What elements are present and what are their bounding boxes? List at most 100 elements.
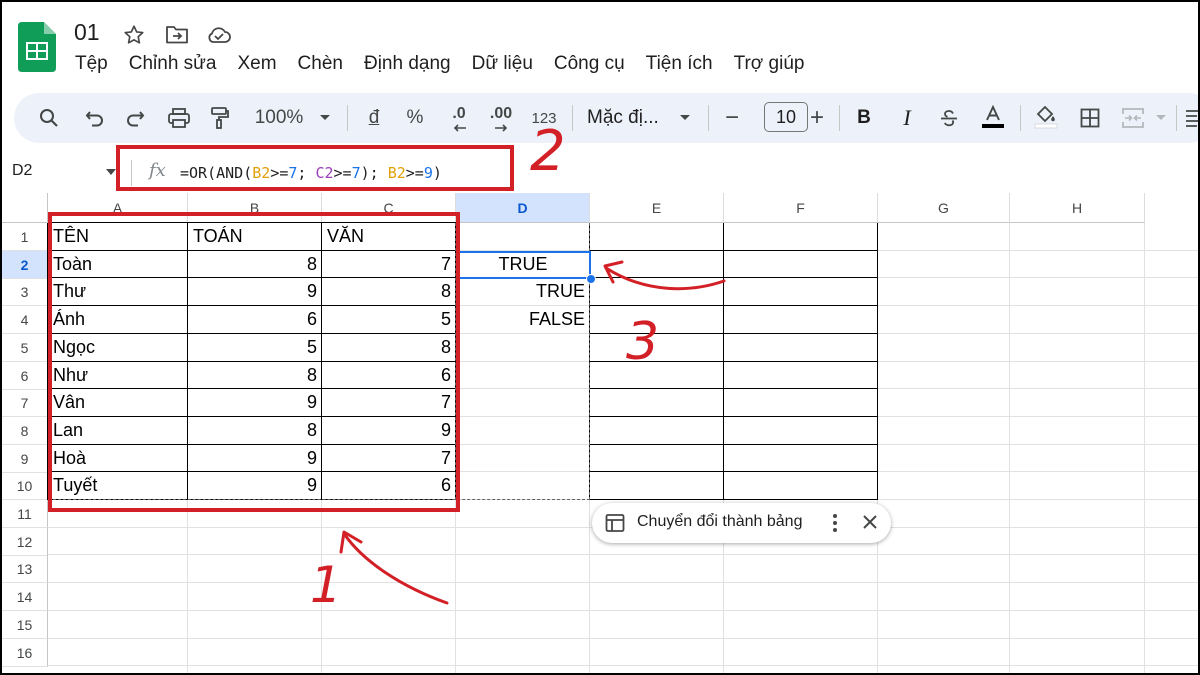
row-header-8[interactable]: 8 — [2, 417, 48, 445]
font-family-select[interactable]: Mặc đị... — [587, 93, 667, 143]
star-icon[interactable] — [123, 24, 145, 46]
convert-to-table-label: Chuyển đổi thành bảng — [637, 513, 803, 530]
name-box[interactable]: D2 — [12, 162, 32, 180]
redo-icon[interactable] — [122, 93, 148, 143]
menu-bar: Tệp Chỉnh sửa Xem Chèn Định dạng Dữ liệu… — [64, 51, 814, 79]
menu-file[interactable]: Tệp — [64, 51, 118, 79]
row-header-9[interactable]: 9 — [2, 445, 48, 473]
cloud-saved-icon[interactable] — [206, 24, 231, 46]
increase-decimal-button[interactable]: .00 — [484, 93, 518, 143]
menu-format[interactable]: Định dạng — [353, 51, 461, 79]
gridline — [48, 554, 1198, 555]
row-header-11[interactable]: 11 — [2, 500, 48, 528]
gridline — [48, 582, 1198, 583]
cell-d3[interactable]: TRUE — [456, 278, 590, 305]
table-border — [590, 471, 878, 472]
font-dropdown-icon[interactable] — [677, 93, 693, 143]
decrease-font-size-button[interactable]: − — [721, 93, 743, 143]
gridline — [1144, 223, 1145, 673]
arrow-right-icon — [495, 124, 508, 132]
toolbar-divider — [347, 105, 348, 131]
selected-cell-outline — [456, 251, 591, 279]
annotation-arrowhead-3 — [603, 260, 624, 284]
annotation-arrow-3 — [604, 266, 726, 291]
row-header-14[interactable]: 14 — [2, 583, 48, 611]
column-header-g[interactable]: G — [878, 193, 1010, 223]
row-header-12[interactable]: 12 — [2, 528, 48, 556]
gridline — [48, 610, 1198, 611]
row-header-5[interactable]: 5 — [2, 334, 48, 362]
table-border — [590, 416, 878, 417]
table-border — [590, 277, 878, 278]
row-header-6[interactable]: 6 — [2, 362, 48, 390]
table-border — [590, 361, 878, 362]
select-all-corner[interactable] — [2, 193, 48, 223]
annotation-arrow-1 — [343, 533, 449, 605]
annotation-box-formula — [116, 145, 514, 191]
zoom-dropdown-icon[interactable] — [317, 93, 333, 143]
fill-handle[interactable] — [586, 274, 596, 284]
annotation-box-data — [48, 212, 460, 512]
column-header-f[interactable]: F — [724, 193, 878, 223]
number-format-button[interactable]: 123 — [527, 93, 561, 143]
annotation-label-1: 1 — [310, 556, 342, 614]
menu-edit[interactable]: Chỉnh sửa — [118, 51, 227, 79]
move-folder-icon[interactable] — [165, 24, 188, 46]
convert-to-table-chip[interactable]: Chuyển đổi thành bảng — [592, 503, 891, 543]
menu-tools[interactable]: Công cụ — [543, 51, 635, 79]
merge-dropdown-icon[interactable] — [1153, 93, 1169, 143]
toolbar-divider — [708, 105, 709, 131]
annotation-arrowhead-1 — [339, 530, 363, 554]
row-header-7[interactable]: 7 — [2, 389, 48, 417]
name-box-dropdown-icon[interactable] — [106, 169, 116, 175]
menu-extensions[interactable]: Tiện ích — [635, 51, 723, 79]
decrease-decimal-button[interactable]: .0 — [443, 93, 475, 143]
gridline — [48, 638, 1198, 639]
fill-color-icon[interactable] — [1032, 93, 1060, 143]
paint-format-icon[interactable] — [206, 93, 234, 143]
column-header-e[interactable]: E — [590, 193, 724, 223]
menu-insert[interactable]: Chèn — [287, 51, 353, 79]
table-border — [590, 250, 878, 251]
currency-format-button[interactable]: đ — [363, 93, 385, 143]
font-size-input[interactable]: 10 — [764, 102, 808, 132]
row-header-1[interactable]: 1 — [2, 223, 48, 251]
text-color-icon[interactable] — [979, 93, 1007, 143]
menu-view[interactable]: Xem — [226, 51, 286, 79]
zoom-select[interactable]: 100% — [250, 93, 308, 143]
row-header-3[interactable]: 3 — [2, 278, 48, 306]
toolbar-divider — [572, 105, 573, 131]
row-header-13[interactable]: 13 — [2, 555, 48, 583]
increase-font-size-button[interactable]: + — [806, 93, 828, 143]
toolbar: 100% đ % .0 .00 123 Mặc đị... − 10 + B I — [14, 93, 1198, 143]
more-options-icon[interactable] — [831, 513, 839, 538]
sheets-logo[interactable] — [18, 22, 56, 72]
menu-data[interactable]: Dữ liệu — [461, 51, 543, 79]
strikethrough-icon[interactable] — [936, 93, 962, 143]
menu-help[interactable]: Trợ giúp — [723, 51, 815, 79]
close-icon[interactable] — [863, 515, 877, 534]
print-icon[interactable] — [165, 93, 193, 143]
toolbar-divider — [1020, 105, 1021, 131]
merge-cells-icon[interactable] — [1120, 93, 1146, 143]
row-header-16[interactable]: 16 — [2, 639, 48, 667]
row-header-15[interactable]: 15 — [2, 611, 48, 639]
spreadsheet-window: 01 Tệp Chỉnh sửa Xem Chèn Định dạng Dữ l… — [0, 0, 1200, 675]
row-header-10[interactable]: 10 — [2, 472, 48, 500]
italic-button[interactable]: I — [896, 93, 918, 143]
percent-format-button[interactable]: % — [404, 93, 426, 143]
column-header-d[interactable]: D — [456, 193, 590, 223]
undo-icon[interactable] — [82, 93, 108, 143]
arrow-left-icon — [453, 124, 466, 132]
search-menus-icon[interactable] — [36, 93, 62, 143]
toolbar-divider — [1176, 105, 1177, 131]
row-header-2[interactable]: 2 — [2, 251, 48, 279]
horizontal-align-icon[interactable] — [1184, 93, 1198, 143]
row-header-4[interactable]: 4 — [2, 306, 48, 334]
document-title[interactable]: 01 — [74, 19, 100, 46]
column-header-h[interactable]: H — [1010, 193, 1145, 223]
cell-d4[interactable]: FALSE — [456, 306, 590, 333]
table-border — [590, 305, 878, 306]
bold-button[interactable]: B — [853, 93, 875, 143]
borders-icon[interactable] — [1077, 93, 1103, 143]
